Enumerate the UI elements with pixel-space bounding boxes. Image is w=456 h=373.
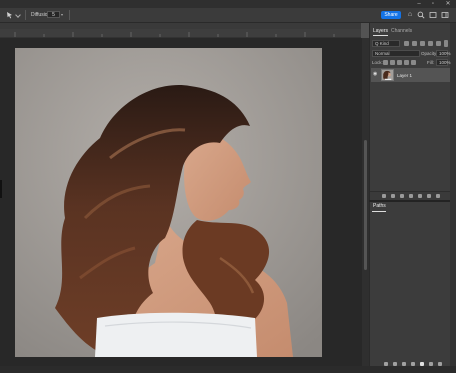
group-folder-icon[interactable] [418, 194, 422, 198]
move-tool-icon[interactable] [6, 11, 14, 19]
filter-toggle[interactable] [444, 40, 448, 47]
link-layers-icon[interactable] [382, 194, 386, 198]
lock-pixels-icon[interactable] [383, 60, 388, 65]
lock-all-icon[interactable] [411, 60, 416, 65]
bell-icon[interactable]: ⌂ [406, 11, 414, 19]
app-bar: – ▫ ✕ [0, 0, 456, 8]
layer-filter-select[interactable]: Q Kind [372, 40, 400, 47]
horizontal-ruler [0, 29, 361, 38]
fill-label: Fill: [427, 60, 434, 65]
maximize-icon[interactable]: ▫ [428, 0, 438, 8]
options-bar: Diffusion: 5 ▾ Share ⌂ [0, 8, 456, 23]
panel-icon-strip [450, 23, 456, 366]
filter-shape-icon[interactable] [428, 41, 433, 46]
opacity-input[interactable]: 100% [436, 50, 451, 57]
divider [69, 10, 70, 20]
status-bar [0, 366, 456, 373]
filter-pixel-icon[interactable] [404, 41, 409, 46]
diffusion-input[interactable]: 5 [47, 11, 60, 18]
panel-edge [0, 180, 2, 198]
tab-channels[interactable]: Channels [391, 28, 412, 35]
photo-canvas[interactable] [15, 48, 322, 357]
close-icon[interactable]: ✕ [443, 0, 453, 8]
workspace-icon[interactable] [429, 11, 437, 19]
share-button[interactable]: Share [381, 11, 401, 19]
fill-input[interactable]: 100% [436, 59, 451, 66]
filter-smart-icon[interactable] [436, 41, 441, 46]
filter-type-icon[interactable] [420, 41, 425, 46]
new-layer-icon[interactable] [427, 194, 431, 198]
lock-move-icon[interactable] [397, 60, 402, 65]
adjustment-layer-icon[interactable] [409, 194, 413, 198]
fx-icon[interactable] [391, 194, 395, 198]
lock-label: Lock: [372, 60, 383, 65]
layer-thumbnail[interactable] [381, 69, 394, 81]
blend-mode-select[interactable]: Normal [372, 50, 420, 57]
tab-layers[interactable]: Layers [373, 28, 389, 36]
trash-icon[interactable] [436, 194, 440, 198]
minimize-icon[interactable]: – [414, 0, 424, 8]
active-tab-indicator [372, 211, 386, 212]
tab-paths[interactable]: Paths [373, 203, 386, 209]
eye-icon[interactable]: ◉ [373, 72, 379, 77]
divider [25, 10, 26, 20]
chevron-down-icon[interactable] [15, 12, 21, 18]
chevron-down-icon[interactable]: ▾ [61, 11, 65, 18]
lock-artboard-icon[interactable] [404, 60, 409, 65]
scrollbar-thumb[interactable] [364, 140, 367, 270]
mask-icon[interactable] [400, 194, 404, 198]
layer-name[interactable]: Layer 1 [397, 73, 412, 78]
search-icon[interactable] [417, 11, 425, 19]
lock-brush-icon[interactable] [390, 60, 395, 65]
filter-adjustment-icon[interactable] [412, 41, 417, 46]
panel-divider [369, 200, 450, 202]
panel-toggle-icon[interactable] [441, 11, 449, 19]
